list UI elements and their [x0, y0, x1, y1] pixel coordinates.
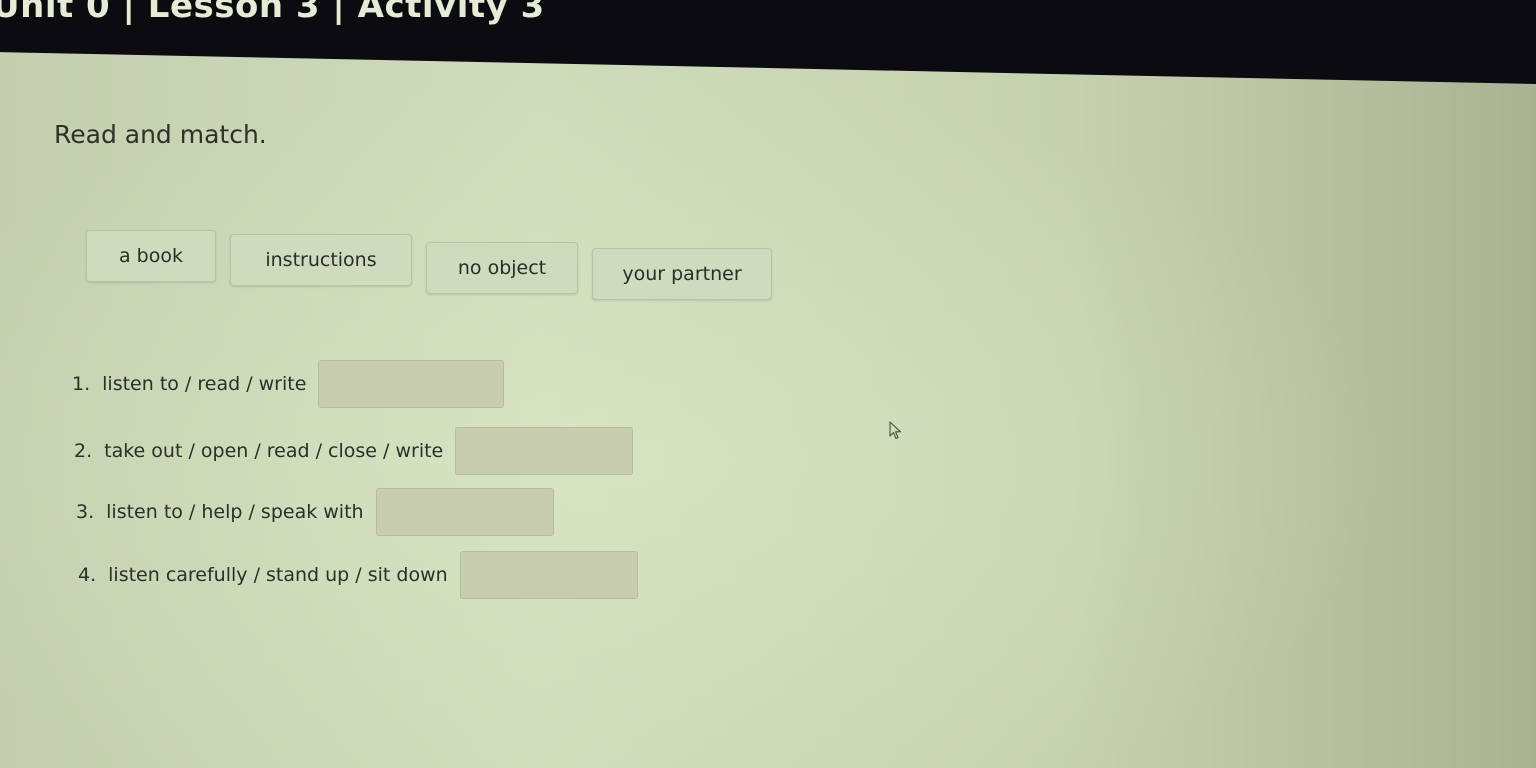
match-item-3: 3. listen to / help / speak with	[76, 488, 554, 536]
match-item-2: 2. take out / open / read / close / writ…	[74, 427, 634, 475]
drop-target-4[interactable]	[459, 551, 638, 599]
option-chip-instructions[interactable]: instructions	[230, 234, 412, 286]
option-chip-a-book[interactable]: a book	[86, 230, 216, 282]
mouse-pointer-icon	[889, 421, 902, 440]
instruction-text: Read and match.	[54, 120, 267, 149]
item-number: 3.	[76, 501, 95, 523]
drop-target-2[interactable]	[455, 427, 634, 475]
item-text: take out / open / read / close / write	[104, 440, 444, 462]
drop-target-3[interactable]	[375, 488, 554, 536]
item-number: 1.	[72, 373, 91, 395]
option-chip-your-partner[interactable]: your partner	[592, 248, 772, 300]
activity-page: Unit 0 | Lesson 3 | Activity 3 Read and …	[0, 0, 1536, 768]
activity-title: Unit 0 | Lesson 3 | Activity 3	[0, 0, 545, 26]
item-text: listen carefully / stand up / sit down	[108, 564, 448, 586]
option-chip-no-object[interactable]: no object	[426, 242, 578, 294]
item-number: 4.	[78, 564, 97, 586]
answer-options: a book instructions no object your partn…	[86, 230, 772, 300]
match-item-1: 1. listen to / read / write	[72, 360, 505, 408]
match-item-4: 4. listen carefully / stand up / sit dow…	[78, 551, 638, 599]
item-text: listen to / help / speak with	[106, 501, 364, 523]
item-text: listen to / read / write	[102, 373, 307, 395]
drop-target-1[interactable]	[318, 360, 505, 408]
item-number: 2.	[74, 440, 93, 462]
activity-header: Unit 0 | Lesson 3 | Activity 3	[0, 0, 1536, 84]
